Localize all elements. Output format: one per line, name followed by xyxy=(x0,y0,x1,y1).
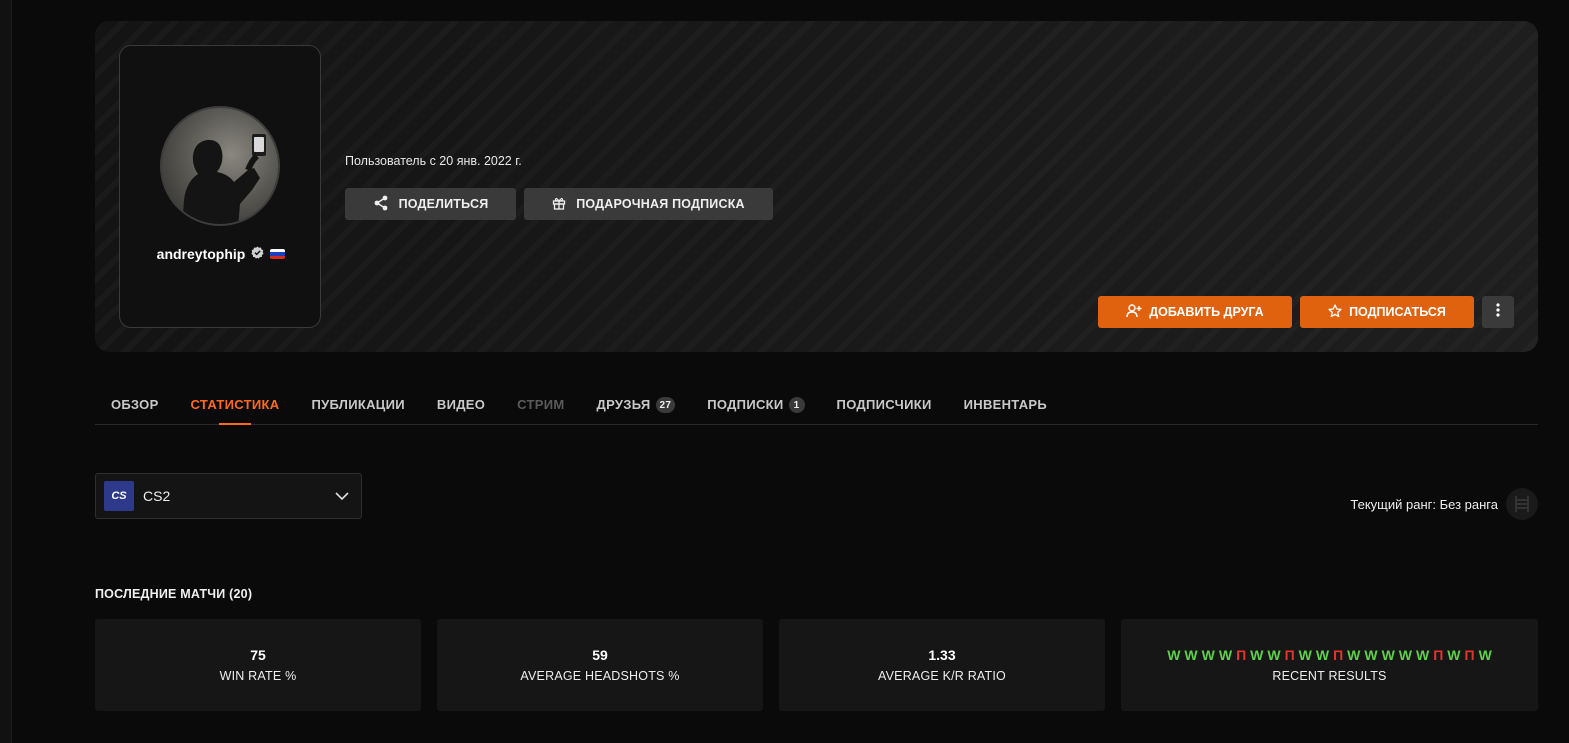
result-win: W xyxy=(1167,647,1181,663)
result-win: W xyxy=(1218,647,1233,663)
gift-subscription-button[interactable]: ПОДАРОЧНАЯ ПОДПИСКА xyxy=(524,188,773,220)
game-select-value: CS2 xyxy=(143,488,171,504)
result-loss: П xyxy=(1433,647,1444,663)
stat-value: 59 xyxy=(592,647,608,663)
recent-results-list: WWWWПWWПWWПWWWWWПWПW xyxy=(1167,647,1492,663)
result-win: W xyxy=(1267,647,1281,663)
share-icon xyxy=(373,195,389,214)
tab-friends[interactable]: ДРУЗЬЯ 27 xyxy=(581,385,692,425)
profile-card: andreytophip xyxy=(119,45,321,328)
result-win: W xyxy=(1184,647,1198,663)
profile-banner: andreytophip Пользователь с 20 янв. 2022… xyxy=(95,21,1538,352)
add-user-icon xyxy=(1126,303,1142,322)
stat-label: WIN RATE % xyxy=(219,669,297,683)
subscriptions-count-badge: 1 xyxy=(788,397,805,413)
tab-subscriptions[interactable]: ПОДПИСКИ 1 xyxy=(691,385,820,425)
rank-icon xyxy=(1506,488,1538,520)
tab-label: ВИДЕО xyxy=(436,397,486,412)
stat-card-win-rate: 75 WIN RATE % xyxy=(95,619,421,711)
tab-label: ОБЗОР xyxy=(111,397,159,412)
result-win: W xyxy=(1364,647,1378,663)
stat-label: RECENT RESULTS xyxy=(1272,669,1387,683)
avatar-silhouette xyxy=(182,134,266,224)
stat-value: 1.33 xyxy=(928,647,956,663)
tab-stream: СТРИМ xyxy=(501,385,580,425)
share-label: ПОДЕЛИТЬСЯ xyxy=(398,197,489,211)
add-friend-label: ДОБАВИТЬ ДРУГА xyxy=(1149,305,1264,319)
tab-label: СТАТИСТИКА xyxy=(190,397,280,412)
add-friend-button[interactable]: ДОБАВИТЬ ДРУГА xyxy=(1098,296,1292,328)
stat-value: 75 xyxy=(250,647,266,663)
result-win: W xyxy=(1398,647,1413,663)
tab-label: ПОДПИСЧИКИ xyxy=(836,397,932,412)
tab-label: ПОДПИСКИ xyxy=(707,397,784,412)
recent-matches-title: ПОСЛЕДНИЕ МАТЧИ (20) xyxy=(95,587,253,601)
stat-card-kr-ratio: 1.33 AVERAGE K/R RATIO xyxy=(779,619,1105,711)
tab-subscribers[interactable]: ПОДПИСЧИКИ xyxy=(821,385,948,425)
result-win: W xyxy=(1447,647,1461,663)
current-rank: Текущий ранг: Без ранга xyxy=(1350,488,1538,520)
avatar[interactable] xyxy=(160,106,280,226)
rank-label: Текущий ранг: Без ранга xyxy=(1350,496,1498,512)
member-since: Пользователь с 20 янв. 2022 г. xyxy=(345,154,522,168)
cs2-logo-icon: CS xyxy=(104,481,134,511)
tab-statistics[interactable]: СТАТИСТИКА xyxy=(175,385,296,425)
result-win: W xyxy=(1250,647,1264,663)
tab-label: ПУБЛИКАЦИИ xyxy=(311,397,405,412)
share-button[interactable]: ПОДЕЛИТЬСЯ xyxy=(345,188,516,220)
game-select[interactable]: CS CS2 xyxy=(95,473,362,519)
subscribe-label: ПОДПИСАТЬСЯ xyxy=(1349,305,1446,319)
result-loss: П xyxy=(1236,647,1247,663)
friends-count-badge: 27 xyxy=(655,397,676,413)
more-options-button[interactable] xyxy=(1482,296,1514,328)
tab-video[interactable]: ВИДЕО xyxy=(421,385,501,425)
stat-card-headshots: 59 AVERAGE HEADSHOTS % xyxy=(437,619,763,711)
stat-label: AVERAGE K/R RATIO xyxy=(878,669,1006,683)
tab-overview[interactable]: ОБЗОР xyxy=(95,385,175,425)
tab-publications[interactable]: ПУБЛИКАЦИИ xyxy=(295,385,420,425)
result-loss: П xyxy=(1284,647,1295,663)
more-vertical-icon xyxy=(1496,302,1500,322)
username[interactable]: andreytophip xyxy=(157,246,246,262)
username-row: andreytophip xyxy=(120,246,322,262)
tab-label: СТРИМ xyxy=(517,397,565,412)
stat-card-recent-results: WWWWПWWПWWПWWWWWПWПW RECENT RESULTS xyxy=(1121,619,1538,711)
verified-badge-icon xyxy=(251,246,264,262)
left-rail xyxy=(0,0,12,743)
stat-label: AVERAGE HEADSHOTS % xyxy=(520,669,680,683)
result-win: W xyxy=(1381,647,1395,663)
result-loss: П xyxy=(1464,647,1475,663)
subscribe-button[interactable]: ПОДПИСАТЬСЯ xyxy=(1300,296,1474,328)
gift-label: ПОДАРОЧНАЯ ПОДПИСКА xyxy=(576,197,745,211)
tab-label: ДРУЗЬЯ xyxy=(596,397,651,412)
result-loss: П xyxy=(1333,647,1344,663)
result-win: W xyxy=(1315,647,1330,663)
result-win: W xyxy=(1478,647,1492,663)
tab-label: ИНВЕНТАРЬ xyxy=(963,397,1048,412)
gift-icon xyxy=(552,196,566,213)
russia-flag-icon xyxy=(270,249,286,259)
result-win: W xyxy=(1347,647,1361,663)
profile-tabs: ОБЗОР СТАТИСТИКА ПУБЛИКАЦИИ ВИДЕО СТРИМ … xyxy=(95,385,1538,425)
result-win: W xyxy=(1416,647,1430,663)
result-win: W xyxy=(1201,647,1215,663)
result-win: W xyxy=(1298,647,1312,663)
star-icon xyxy=(1328,303,1342,321)
chevron-down-icon xyxy=(335,487,349,505)
tab-inventory[interactable]: ИНВЕНТАРЬ xyxy=(948,385,1063,425)
